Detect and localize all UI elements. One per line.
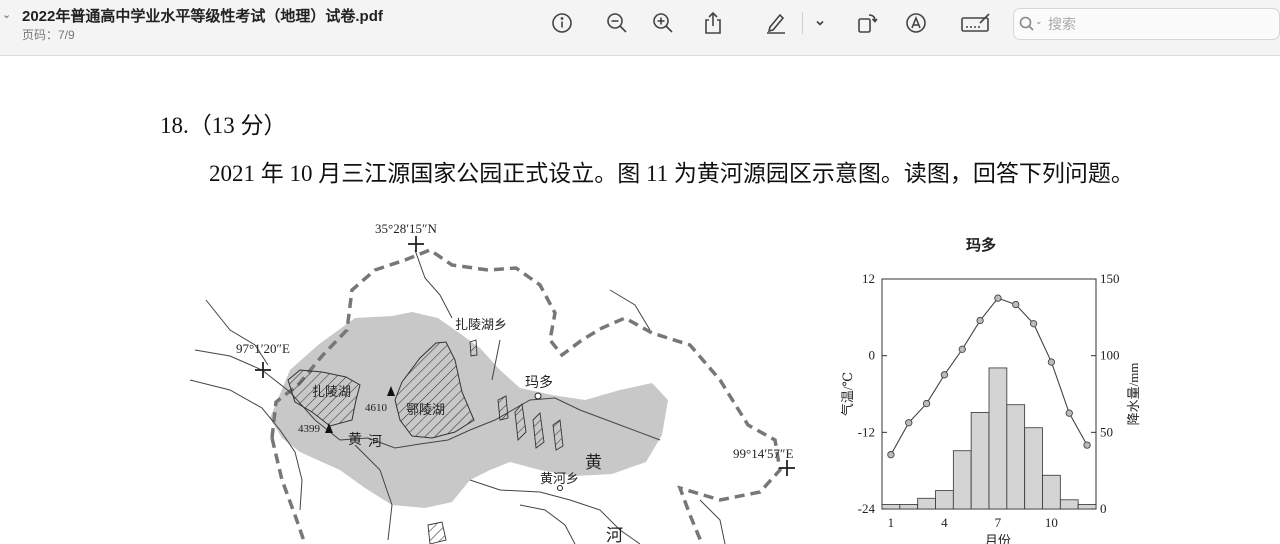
river-label-1: 黄 [348, 431, 362, 448]
climate-chart: 12 0 -12 -24 150 100 50 0 1 4 7 10 月份 气温/℃ 降水量/mm [840, 271, 1141, 544]
precip-bar [988, 367, 1008, 510]
precip-bar [935, 490, 954, 510]
town-maduo-marker [534, 392, 542, 400]
precip-bar [1006, 404, 1026, 510]
toolbar-divider [802, 12, 803, 34]
peak-label-1: 4610 [365, 402, 388, 414]
river-label-2: 河 [368, 434, 382, 450]
pdf-page: 18.（13 分） 2021 年 10 月三江源国家公园正式设立。图 11 为黄… [0, 56, 1280, 544]
precip-bar [1024, 427, 1043, 510]
coord-label-west: 97°1′20″E [236, 341, 290, 356]
sign-button[interactable] [958, 9, 994, 37]
search-options-icon[interactable]: ⌄ [1035, 17, 1043, 27]
x-tick-label: 7 [995, 515, 1002, 530]
precip-bar [917, 497, 936, 510]
coord-label-east: 99°14′57″E [733, 446, 793, 461]
peak-label-2: 4399 [298, 423, 321, 435]
info-icon [552, 13, 572, 33]
left-tick-label: -24 [858, 501, 876, 516]
search-box[interactable]: ⌄ [1013, 8, 1280, 40]
rotate-icon [858, 14, 878, 33]
precip-bar [1077, 503, 1097, 510]
temp-point [887, 451, 895, 459]
lake-eling-label: 鄂陵湖 [406, 402, 445, 417]
temp-point [976, 316, 984, 325]
x-axis-label: 月份 [985, 533, 1011, 544]
zoom-out-icon [607, 13, 627, 33]
town-zalinghu-label: 扎陵湖乡 [455, 317, 507, 332]
town-huanghe-marker [557, 485, 563, 491]
share-icon [705, 11, 721, 34]
left-tick-label: 12 [862, 271, 875, 286]
precip-bar [952, 450, 972, 510]
temp-point [1083, 441, 1091, 449]
town-maduo-label: 玛多 [525, 374, 553, 391]
toolbar: ⌄ 2022年普通高中学业水平等级性考试（地理）试卷.pdf 页码：7/9 ⌄ [0, 0, 1280, 56]
temp-point [1047, 358, 1056, 366]
temp-point [905, 419, 913, 427]
temp-point [1065, 409, 1073, 417]
temp-point [940, 371, 949, 379]
temp-point [1029, 320, 1038, 328]
left-tick-label: -12 [858, 424, 875, 439]
zoom-in-icon [653, 13, 673, 33]
sign-icon [961, 13, 990, 32]
coord-label-north: 35°28′15″N [375, 221, 437, 236]
page-indicator: 页码：7/9 [22, 28, 75, 42]
temp-point [958, 345, 966, 353]
temp-point [1012, 300, 1020, 309]
lake-zaling-label: 扎陵湖 [312, 384, 351, 399]
zoom-out-button[interactable] [601, 9, 633, 37]
x-tick-label: 1 [888, 515, 895, 530]
sidebar-chevron-icon[interactable]: ⌄ [2, 8, 11, 21]
coord-marker-east [779, 460, 795, 476]
markup-icon [906, 13, 926, 33]
town-huanghe-label: 黄河乡 [540, 471, 579, 486]
document-title: 2022年普通高中学业水平等级性考试（地理）试卷.pdf [22, 8, 383, 25]
map-figure: 35°28′15″N 97°1′20″E 99°14′57″E 扎陵湖 鄂陵湖 … [189, 221, 1141, 544]
highlight-button[interactable] [760, 9, 792, 37]
info-button[interactable] [546, 9, 578, 37]
left-axis-label: 气温/℃ [840, 372, 855, 416]
coord-marker-north [408, 236, 424, 252]
highlight-options-button[interactable] [804, 9, 836, 37]
zoom-in-button[interactable] [647, 9, 679, 37]
right-tick-label: 100 [1100, 348, 1120, 363]
x-tick-label: 10 [1045, 515, 1058, 530]
right-tick-label: 150 [1100, 271, 1120, 286]
rotate-button[interactable] [851, 9, 883, 37]
highlight-pen-icon [767, 13, 785, 34]
precip-bar [899, 503, 919, 510]
precip-bar [1059, 499, 1079, 510]
right-tick-label: 0 [1100, 501, 1107, 516]
temp-point [922, 399, 931, 408]
river-label-4: 河 [606, 526, 623, 544]
right-tick-label: 50 [1100, 424, 1113, 439]
share-button[interactable] [697, 9, 729, 37]
search-input[interactable] [1046, 12, 1270, 36]
markup-button[interactable] [900, 9, 932, 37]
x-tick-label: 4 [941, 515, 948, 530]
precip-bar [1042, 474, 1061, 510]
temp-point [994, 294, 1002, 302]
chevron-down-icon [816, 20, 824, 26]
search-icon [1019, 16, 1034, 31]
climate-chart-title: 玛多 [966, 236, 996, 254]
precip-bar [881, 503, 901, 510]
precip-bar [970, 411, 990, 510]
left-tick-label: 0 [869, 348, 876, 363]
right-axis-label: 降水量/mm [1126, 363, 1141, 426]
river-label-3: 黄 [585, 453, 602, 472]
park-boundary-south [270, 437, 307, 544]
